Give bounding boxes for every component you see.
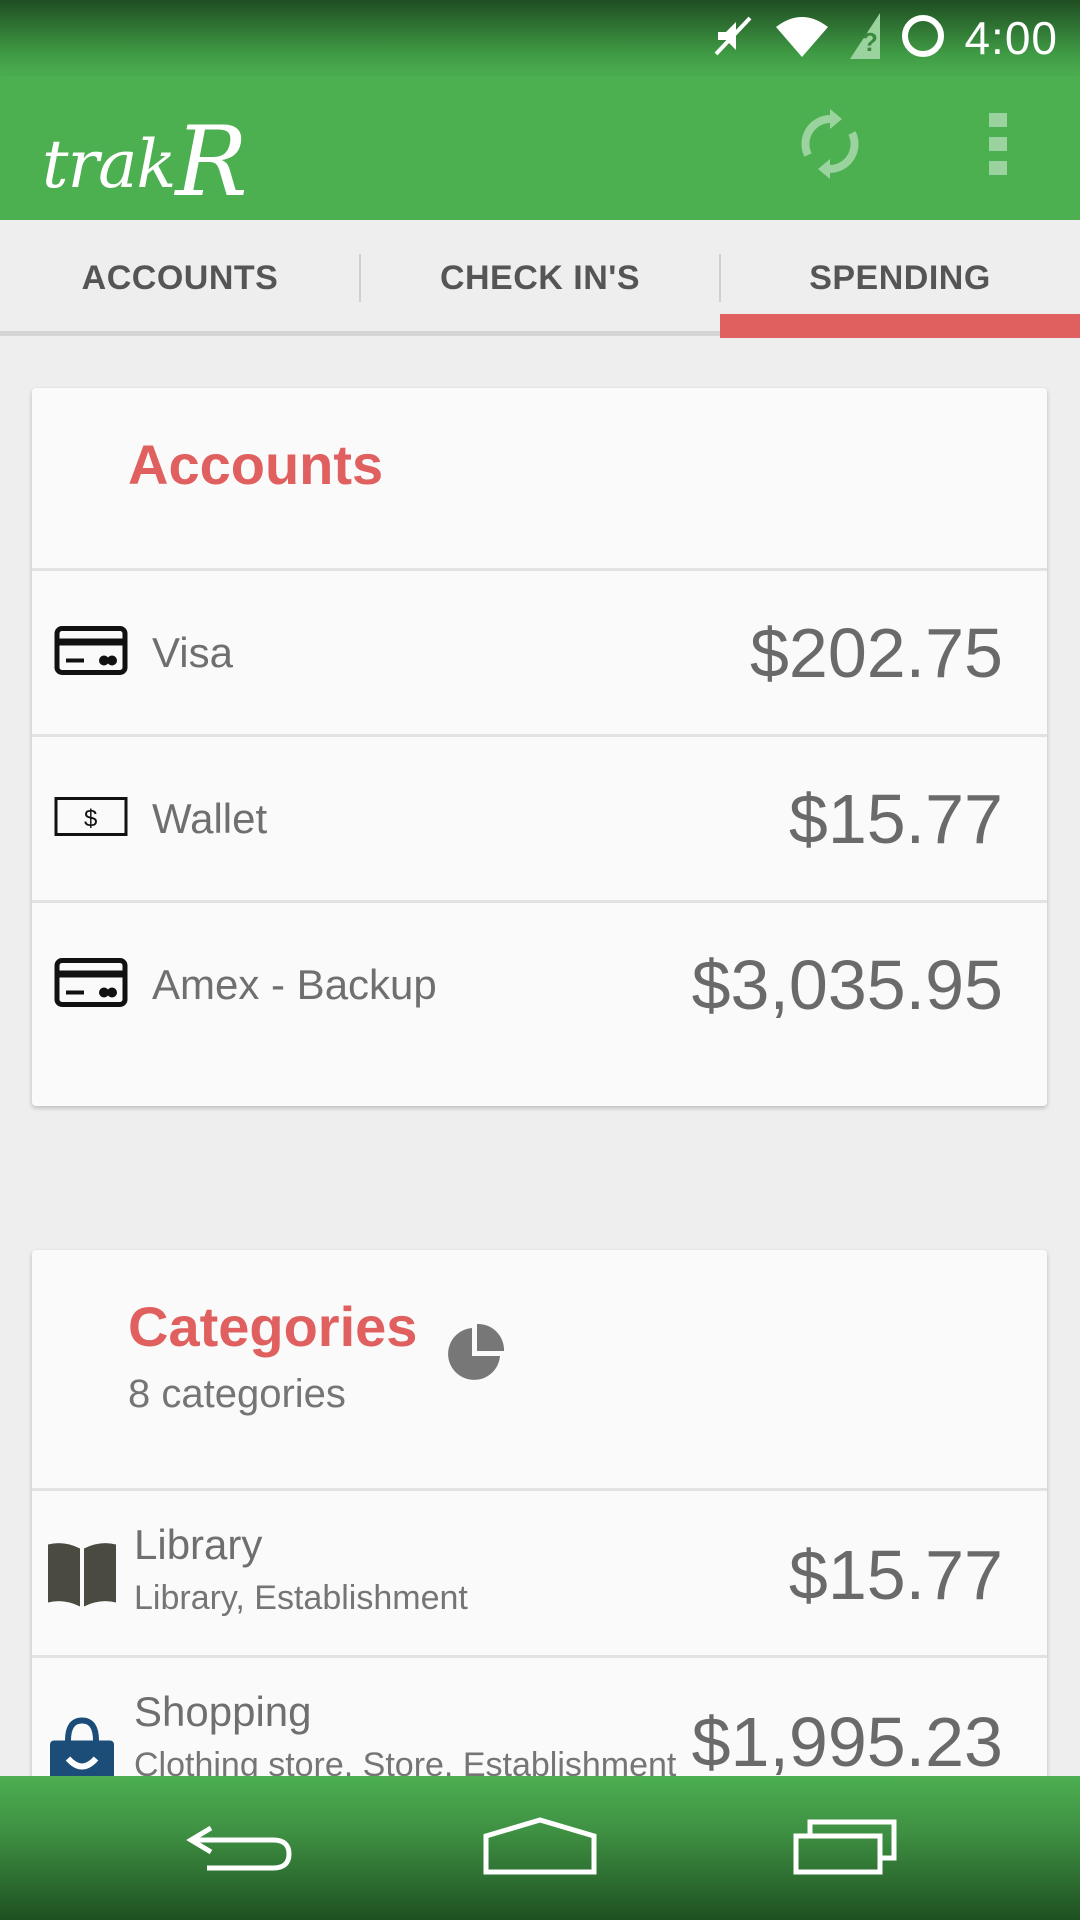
categories-card: Categories 8 categories Library Library,… [32, 1250, 1047, 1810]
overflow-menu-button[interactable] [968, 106, 1028, 186]
svg-text:?: ? [862, 27, 878, 57]
category-amount: $1,995.23 [691, 1702, 1003, 1781]
accounts-title: Accounts [128, 433, 384, 496]
app-bar: trakR [0, 76, 1080, 220]
back-button[interactable] [170, 1798, 310, 1898]
logo-prefix: trak [42, 126, 176, 203]
account-name: Visa [152, 628, 233, 676]
svg-text:$: $ [84, 805, 97, 832]
category-amount: $15.77 [788, 1535, 1003, 1614]
logo-suffix: R [175, 106, 247, 218]
credit-card-icon [54, 625, 128, 680]
recents-icon [792, 1816, 898, 1881]
home-icon [482, 1816, 598, 1881]
tab-accounts[interactable]: ACCOUNTS [0, 220, 360, 336]
navigation-bar [0, 1776, 1080, 1920]
credit-card-icon [54, 957, 128, 1012]
accounts-card: Accounts Visa $202.75 $ Wallet $15.77 Am… [32, 388, 1047, 1106]
overflow-menu-icon [989, 112, 1007, 180]
account-row[interactable]: Amex - Backup $3,035.95 [32, 900, 1047, 1066]
recents-button[interactable] [775, 1798, 915, 1898]
account-amount: $15.77 [788, 779, 1003, 858]
account-amount: $202.75 [749, 613, 1003, 692]
category-name: Library [134, 1521, 263, 1568]
wifi-icon [774, 13, 830, 64]
category-name: Shopping [134, 1688, 312, 1735]
battery-icon [900, 13, 946, 64]
cash-icon: $ [54, 796, 128, 841]
book-icon [46, 1536, 118, 1613]
selected-tab-indicator [720, 314, 1080, 338]
account-name: Amex - Backup [152, 960, 437, 1008]
no-sim-icon: ? [848, 11, 882, 66]
pie-chart-icon[interactable] [442, 1322, 506, 1391]
home-button[interactable] [470, 1798, 610, 1898]
back-icon [185, 1816, 295, 1881]
status-icons: ? 4:00 [712, 8, 1058, 68]
account-amount: $3,035.95 [691, 945, 1003, 1024]
categories-title: Categories [128, 1295, 418, 1358]
tab-check-ins[interactable]: CHECK IN'S [360, 220, 720, 336]
categories-count: 8 categories [128, 1372, 346, 1416]
category-description: Library, Establishment [134, 1579, 468, 1617]
account-row[interactable]: $ Wallet $15.77 [32, 734, 1047, 900]
app-logo: trakR [42, 98, 248, 218]
account-row[interactable]: Visa $202.75 [32, 568, 1047, 734]
status-time: 4:00 [964, 12, 1058, 64]
status-bar: ? 4:00 [0, 0, 1080, 76]
category-row[interactable]: Library Library, Establishment $15.77 [32, 1488, 1047, 1658]
sync-icon [798, 108, 862, 184]
sync-button[interactable] [790, 106, 870, 186]
account-name: Wallet [152, 794, 268, 842]
mute-icon [712, 12, 756, 65]
